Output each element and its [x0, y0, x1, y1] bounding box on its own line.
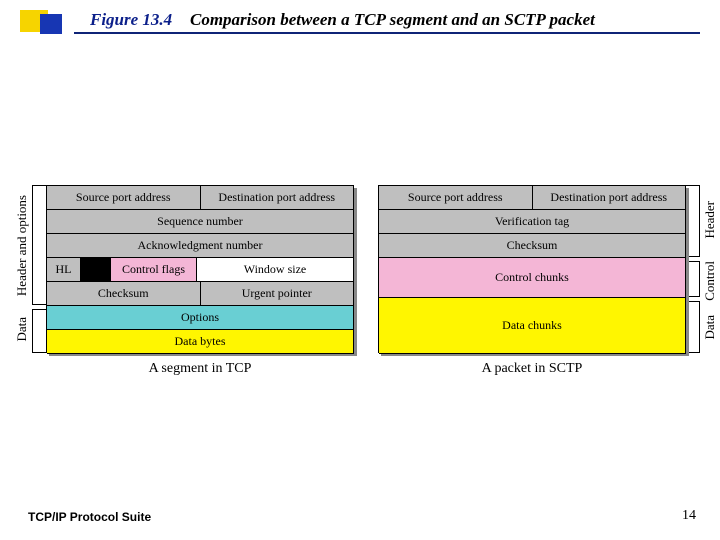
sctp-caption: A packet in SCTP — [378, 361, 686, 377]
diagram-area: Header and options Data Source port addr… — [0, 175, 720, 405]
tcp-options: Options — [47, 306, 354, 330]
sctp-packet: Header Control Data Source port address … — [378, 185, 686, 353]
tcp-ack: Acknowledgment number — [47, 234, 354, 258]
sctp-box: Source port address Destination port add… — [378, 185, 686, 353]
sctp-src-port: Source port address — [379, 186, 533, 210]
tcp-data: Data bytes — [47, 330, 354, 354]
footer-text: TCP/IP Protocol Suite — [28, 510, 151, 524]
sctp-control-chunks: Control chunks — [379, 258, 686, 298]
sctp-right-brackets — [686, 185, 700, 353]
tcp-reserved — [81, 258, 111, 282]
sctp-data-label: Data — [702, 315, 718, 340]
sctp-control-label: Control — [702, 261, 718, 301]
sctp-checksum: Checksum — [379, 234, 686, 258]
title-underline — [74, 32, 700, 34]
tcp-header-label: Header and options — [14, 195, 30, 296]
tcp-caption: A segment in TCP — [46, 361, 354, 377]
slide-title-bar: Figure 13.4 Comparison between a TCP seg… — [20, 10, 700, 40]
tcp-left-brackets — [32, 185, 46, 353]
sctp-header-label: Header — [702, 201, 718, 239]
sctp-vtag: Verification tag — [379, 210, 686, 234]
tcp-flags: Control flags — [111, 258, 197, 282]
sctp-dst-port: Destination port address — [533, 186, 687, 210]
tcp-src-port: Source port address — [47, 186, 201, 210]
tcp-box: Source port address Destination port add… — [46, 185, 354, 353]
tcp-urgent: Urgent pointer — [201, 282, 355, 306]
title-accent — [20, 10, 68, 34]
tcp-segment: Header and options Data Source port addr… — [46, 185, 354, 353]
tcp-data-label: Data — [14, 317, 30, 342]
page-number: 14 — [682, 508, 696, 524]
tcp-seq: Sequence number — [47, 210, 354, 234]
figure-label: Figure 13.4 — [90, 10, 172, 30]
sctp-data-chunks: Data chunks — [379, 298, 686, 354]
tcp-checksum: Checksum — [47, 282, 201, 306]
tcp-winsize: Window size — [197, 258, 354, 282]
tcp-dst-port: Destination port address — [201, 186, 355, 210]
tcp-hl: HL — [47, 258, 81, 282]
figure-title: Comparison between a TCP segment and an … — [190, 10, 595, 30]
